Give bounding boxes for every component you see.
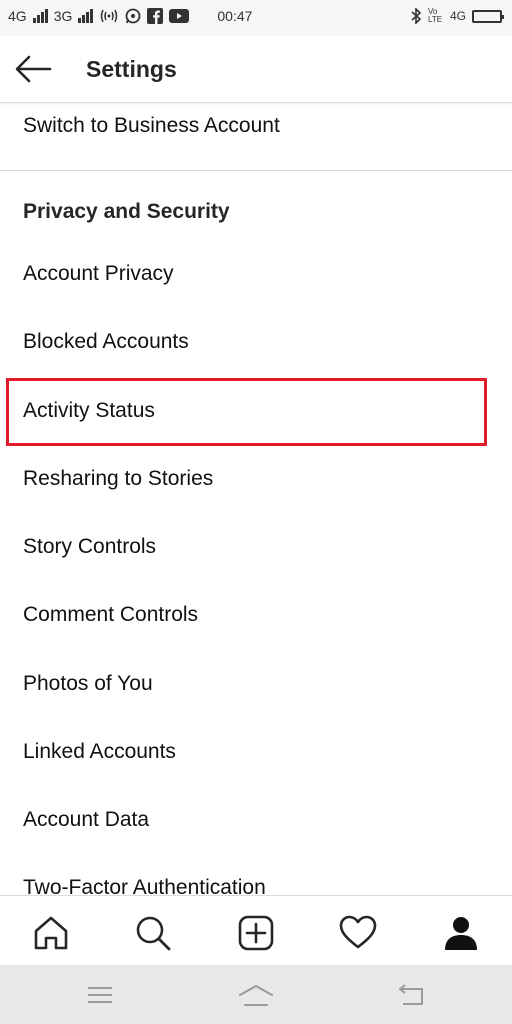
nav-menu-button[interactable] bbox=[82, 981, 118, 1009]
back-arrow-icon bbox=[15, 55, 52, 83]
nav-home-icon bbox=[239, 985, 273, 1006]
row-label: Story Controls bbox=[23, 535, 157, 558]
sim2-label: 3G bbox=[53, 8, 73, 24]
row-label: Account Privacy bbox=[23, 262, 174, 285]
home-icon bbox=[34, 916, 68, 950]
settings-list: Switch to Business Account Privacy and S… bbox=[0, 103, 512, 895]
status-right: Vo LTE 4G bbox=[410, 7, 504, 24]
resharing-to-stories[interactable]: Resharing to Stories bbox=[0, 446, 512, 512]
row-label: Photos of You bbox=[23, 672, 153, 695]
row-label: Two-Factor Authentication bbox=[23, 876, 266, 895]
row-label: Blocked Accounts bbox=[23, 330, 189, 353]
nav-back-icon bbox=[399, 984, 423, 1005]
section-divider bbox=[0, 170, 512, 171]
row-label: Account Data bbox=[23, 808, 150, 831]
facebook-icon bbox=[147, 8, 164, 24]
system-nav-bar bbox=[0, 965, 512, 1024]
whatsapp-icon bbox=[125, 8, 141, 24]
nav-back-button[interactable] bbox=[394, 981, 430, 1009]
photos-of-you[interactable]: Photos of You bbox=[0, 651, 512, 717]
switch-to-business-account[interactable]: Switch to Business Account bbox=[0, 103, 512, 159]
hotspot-icon bbox=[101, 9, 118, 23]
network-right-label: 4G bbox=[449, 9, 466, 23]
bluetooth-icon bbox=[411, 8, 422, 24]
profile-icon bbox=[445, 917, 477, 950]
activity-status[interactable]: Activity Status bbox=[0, 378, 512, 444]
menu-icon bbox=[88, 987, 112, 1003]
signal-icon bbox=[32, 9, 48, 23]
tab-profile[interactable] bbox=[441, 913, 481, 953]
account-privacy[interactable]: Account Privacy bbox=[0, 241, 512, 307]
account-data[interactable]: Account Data bbox=[0, 787, 512, 853]
heart-icon bbox=[339, 915, 377, 949]
tab-activity[interactable] bbox=[338, 913, 378, 953]
clock: 00:47 bbox=[217, 8, 253, 24]
row-label: Switch to Business Account bbox=[23, 114, 280, 137]
tab-new-post[interactable] bbox=[236, 913, 276, 953]
tab-home[interactable] bbox=[31, 913, 71, 953]
battery-icon bbox=[472, 9, 504, 23]
comment-controls[interactable]: Comment Controls bbox=[0, 582, 512, 648]
row-label: Linked Accounts bbox=[23, 740, 176, 763]
app-header: Settings bbox=[0, 36, 512, 103]
bottom-tab-bar bbox=[0, 895, 512, 966]
blocked-accounts[interactable]: Blocked Accounts bbox=[0, 309, 512, 375]
section-title: Privacy and Security bbox=[23, 200, 230, 223]
volte-label: Vo LTE bbox=[427, 7, 443, 24]
privacy-section-header: Privacy and Security bbox=[0, 179, 512, 245]
row-label: Activity Status bbox=[23, 399, 155, 422]
nav-home-button[interactable] bbox=[238, 981, 274, 1009]
search-icon bbox=[136, 916, 171, 951]
youtube-icon bbox=[169, 9, 190, 23]
row-label: Resharing to Stories bbox=[23, 467, 214, 490]
tab-search[interactable] bbox=[133, 913, 173, 953]
add-post-icon bbox=[238, 915, 274, 951]
row-label: Comment Controls bbox=[23, 603, 199, 626]
status-left: 4G 3G 00:47 bbox=[8, 8, 252, 24]
two-factor-authentication[interactable]: Two-Factor Authentication bbox=[0, 855, 512, 895]
linked-accounts[interactable]: Linked Accounts bbox=[0, 719, 512, 785]
story-controls[interactable]: Story Controls bbox=[0, 514, 512, 580]
status-bar: 4G 3G 00:47 Vo LTE 4G bbox=[0, 0, 512, 36]
sim1-label: 4G bbox=[8, 8, 27, 24]
page-title: Settings bbox=[86, 56, 177, 82]
signal-icon bbox=[78, 9, 94, 23]
back-button[interactable] bbox=[14, 52, 52, 86]
